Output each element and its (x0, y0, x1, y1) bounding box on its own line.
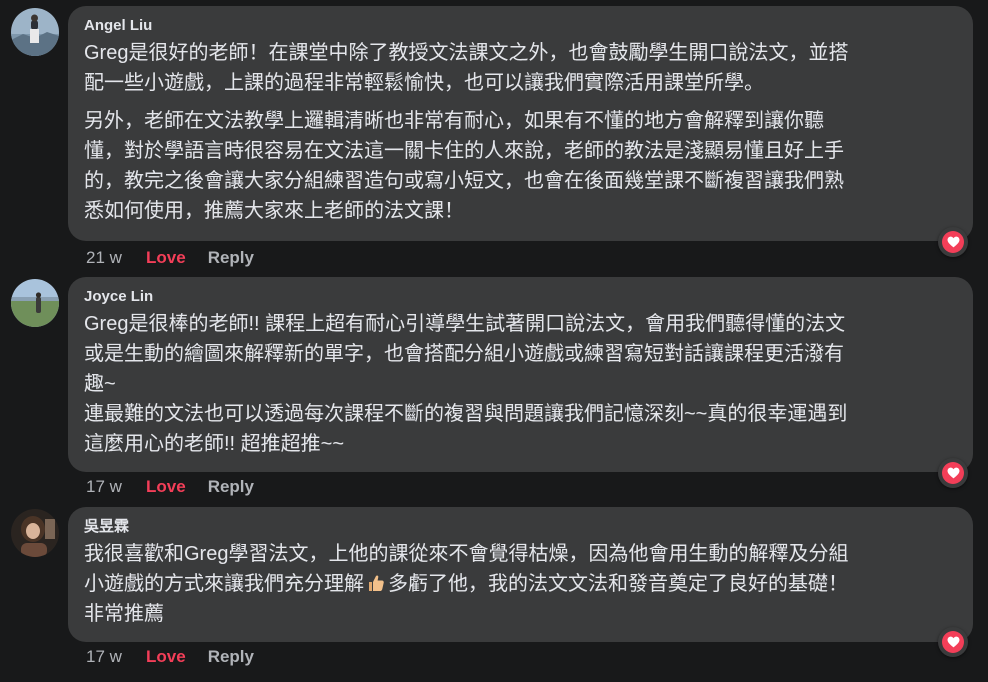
heart-icon (942, 462, 964, 484)
comment-timestamp[interactable]: 17 w (86, 646, 146, 668)
comment-bubble: Angel Liu Greg是很好的老師！在課堂中除了教授文法課文之外，也會鼓勵… (68, 6, 973, 241)
comment-text-line: 我很喜歡和Greg學習法文，上他的課從來不會覺得枯燥，因為他會用生動的解釋及分組 (84, 543, 849, 565)
love-button[interactable]: Love (146, 247, 186, 269)
comment-text-line: 小遊戲的方式來讓我們充分理解 (84, 573, 364, 595)
comment-text-line: 多虧了他，我的法文文法和發音奠定了良好的基礎！ (388, 573, 848, 595)
reaction-badge[interactable] (938, 227, 968, 257)
comment-author[interactable]: Angel Liu (84, 16, 959, 36)
heart-icon (942, 631, 964, 653)
avatar-field-icon (11, 279, 59, 327)
avatar[interactable] (11, 279, 59, 327)
comment-actions: 21 w Love Reply (86, 247, 254, 269)
comment-text: Greg是很好的老師！在課堂中除了教授文法課文之外，也會鼓勵學生開口說法文，並搭… (84, 42, 849, 94)
heart-icon (942, 231, 964, 253)
comment-text: Greg是很棒的老師!! 課程上超有耐心引導學生試著開口說法文，會用我們聽得懂的… (84, 313, 848, 455)
comment-text: 我很喜歡和Greg學習法文，上他的課從來不會覺得枯燥，因為他會用生動的解釋及分組… (84, 539, 959, 629)
avatar[interactable] (11, 8, 59, 56)
comment-text-line: 非常推薦 (84, 603, 164, 625)
avatar-landscape-icon (11, 8, 59, 56)
comment-bubble: 吳昱霖 我很喜歡和Greg學習法文，上他的課從來不會覺得枯燥，因為他會用生動的解… (68, 507, 973, 642)
avatar[interactable] (11, 509, 59, 557)
reply-button[interactable]: Reply (208, 247, 254, 269)
reply-button[interactable]: Reply (208, 646, 254, 668)
comment-actions: 17 w Love Reply (86, 476, 254, 498)
reaction-badge[interactable] (938, 627, 968, 657)
comment-timestamp[interactable]: 17 w (86, 476, 146, 498)
comment-actions: 17 w Love Reply (86, 646, 254, 668)
comment-timestamp[interactable]: 21 w (86, 247, 146, 269)
comment-bubble: Joyce Lin Greg是很棒的老師!! 課程上超有耐心引導學生試著開口說法… (68, 277, 973, 472)
reaction-badge[interactable] (938, 458, 968, 488)
thumbs-up-icon (369, 575, 384, 591)
avatar-person-icon (11, 509, 59, 557)
comment-author[interactable]: 吳昱霖 (84, 517, 959, 537)
reply-button[interactable]: Reply (208, 476, 254, 498)
love-button[interactable]: Love (146, 646, 186, 668)
comment-text: 另外，老師在文法教學上邏輯清晰也非常有耐心，如果有不懂的地方會解釋到讓你聽 懂，… (84, 110, 844, 222)
love-button[interactable]: Love (146, 476, 186, 498)
comment-author[interactable]: Joyce Lin (84, 287, 959, 307)
